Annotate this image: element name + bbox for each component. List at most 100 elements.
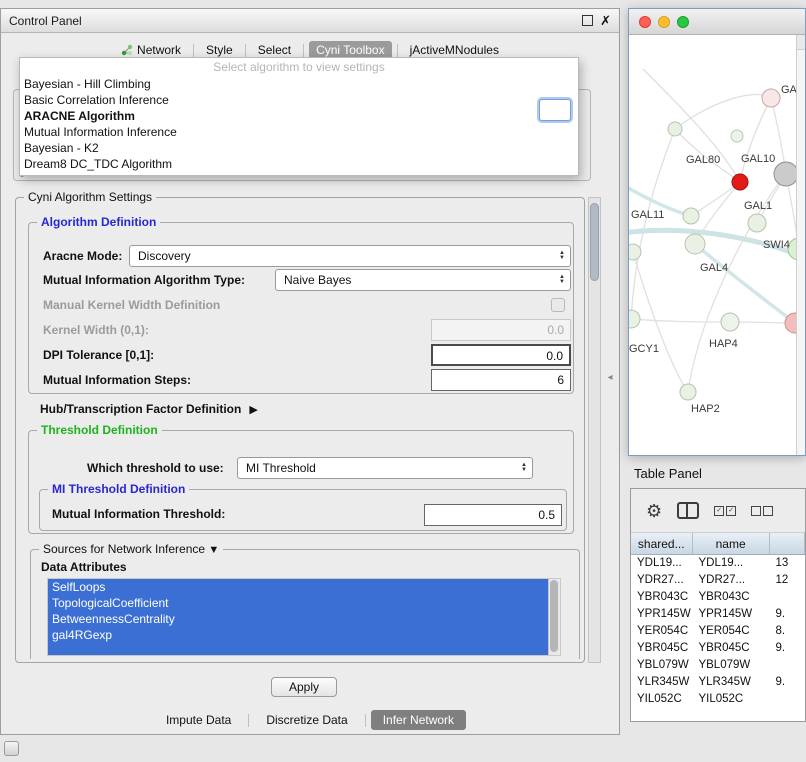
minimize-traffic-light[interactable]	[658, 16, 670, 28]
settings-scrollbar[interactable]	[588, 197, 601, 663]
combo-arrows-icon: ▲▼	[559, 251, 565, 261]
column-header-3[interactable]	[770, 533, 805, 554]
bottom-tab-impute-data[interactable]: Impute Data	[154, 710, 243, 730]
network-node[interactable]	[680, 384, 696, 400]
control-panel-titlebar[interactable]: Control Panel ✗	[1, 9, 619, 33]
scrollbar-thumb[interactable]	[590, 203, 599, 281]
manual-kernel-label: Manual Kernel Width Definition	[43, 294, 220, 316]
kernel-width-field[interactable]: 0.0	[431, 319, 571, 341]
attribute-item-betweennesscentrality[interactable]: BetweennessCentrality	[48, 611, 548, 627]
attribute-list-scrollbar[interactable]	[548, 579, 560, 655]
manual-kernel-checkbox[interactable]	[551, 298, 565, 312]
table-panel-title: Table Panel	[634, 466, 702, 481]
table-row[interactable]: YDL19...YDL19...13	[631, 555, 805, 572]
desktop: Control Panel ✗ NetworkStyleSelectCyni T…	[0, 0, 806, 762]
apply-button[interactable]: Apply	[271, 677, 337, 697]
tab-label: Cyni Toolbox	[316, 43, 384, 57]
column-header-1[interactable]: shared...	[631, 533, 693, 554]
network-node[interactable]	[732, 174, 748, 190]
select-all-icon[interactable]: ✓✓	[714, 506, 736, 516]
mi-type-combo[interactable]: Naive Bayes ▲▼	[275, 269, 571, 291]
bottom-tab-infer-network[interactable]: Infer Network	[371, 710, 466, 730]
tab-label: jActiveMNodules	[410, 43, 499, 57]
network-node[interactable]	[629, 310, 640, 328]
table-row[interactable]: YIL052CYIL052C	[631, 691, 805, 708]
table-cell: YDL19...	[692, 555, 769, 572]
attribute-item-selfloops[interactable]: SelfLoops	[48, 579, 548, 595]
algorithm-option-aracne-algorithm[interactable]: ARACNE Algorithm	[20, 108, 578, 124]
tab-separator	[245, 44, 246, 57]
attribute-item-partial[interactable]	[48, 643, 548, 656]
algorithm-option-mutual-information-inference[interactable]: Mutual Information Inference	[20, 124, 578, 140]
combo-arrows-icon: ▲▼	[559, 275, 565, 285]
algorithm-option-dream8-dc-tdc-algorithm[interactable]: Dream8 DC_TDC Algorithm	[20, 156, 578, 172]
table-row[interactable]: YBR045CYBR045C9.	[631, 640, 805, 657]
panel-collapse-arrow-icon[interactable]: ◂	[604, 369, 616, 387]
close-traffic-light[interactable]	[639, 16, 651, 28]
table-cell: YBR043C	[631, 589, 692, 606]
table-row[interactable]: YER054CYER054C8.	[631, 623, 805, 640]
mi-threshold-definition-title: MI Threshold Definition	[48, 482, 189, 496]
algorithm-option-bayesian-hill-climbing[interactable]: Bayesian - Hill Climbing	[20, 76, 578, 92]
mi-threshold-definition-group: MI Threshold Definition Mutual Informati…	[39, 489, 567, 531]
network-node[interactable]	[629, 244, 641, 260]
network-canvas[interactable]: GALGAL80GAL10GAL11GAL1SWI4GAL4GCY1HAP4YH…	[629, 35, 805, 455]
network-scrollbar[interactable]	[796, 35, 805, 455]
dpi-tolerance-field[interactable]: 0.0	[431, 344, 571, 366]
aracne-mode-combo[interactable]: Discovery ▲▼	[129, 245, 571, 267]
attribute-item-topologicalcoefficient[interactable]: TopologicalCoefficient	[48, 595, 548, 611]
column-header-2[interactable]: name	[693, 533, 770, 554]
minimized-panel-icon[interactable]	[4, 741, 19, 756]
table-header-row: shared...name	[631, 533, 805, 555]
attribute-item-gal4rgexp[interactable]: gal4RGexp	[48, 627, 548, 643]
network-node[interactable]	[668, 122, 682, 136]
network-node[interactable]	[685, 234, 705, 254]
mi-threshold-field[interactable]: 0.5	[424, 504, 562, 526]
algorithm-option-basic-correlation-inference[interactable]: Basic Correlation Inference	[20, 92, 578, 108]
algorithm-dropdown-list: Bayesian - Hill ClimbingBasic Correlatio…	[20, 76, 578, 172]
tab-label: Discretize Data	[266, 713, 347, 727]
columns-icon[interactable]	[677, 502, 699, 519]
network-node[interactable]	[774, 162, 796, 186]
table-row[interactable]: YBR043CYBR043C	[631, 589, 805, 606]
network-node[interactable]	[721, 313, 739, 331]
gear-icon[interactable]: ⚙	[646, 502, 662, 520]
table-row[interactable]: YPR145WYPR145W9.	[631, 606, 805, 623]
which-threshold-value: MI Threshold	[246, 461, 316, 475]
table-cell: YBR045C	[631, 640, 692, 657]
focused-spinner-field[interactable]	[539, 99, 571, 121]
network-node-label: GAL	[781, 84, 796, 96]
which-threshold-combo[interactable]: MI Threshold ▲▼	[237, 457, 533, 479]
tab-separator	[397, 44, 398, 57]
sources-toggle[interactable]: Sources for Network Inference ▼	[39, 542, 223, 556]
float-window-icon[interactable]	[582, 15, 593, 26]
mi-steps-field[interactable]: 6	[431, 369, 571, 391]
hub-definition-toggle[interactable]: Hub/Transcription Factor Definition ▶	[40, 402, 258, 416]
cyni-algorithm-settings-group: Cyni Algorithm Settings Algorithm Defini…	[15, 197, 585, 663]
close-icon[interactable]: ✗	[600, 15, 611, 27]
collapse-arrow-icon: ▼	[208, 544, 219, 556]
network-node[interactable]	[748, 214, 766, 232]
table-cell: YLR345W	[631, 674, 692, 691]
bottom-tab-discretize-data[interactable]: Discretize Data	[254, 710, 359, 730]
network-node[interactable]	[731, 130, 743, 142]
table-row[interactable]: YLR345WYLR345W9.	[631, 674, 805, 691]
table-row[interactable]: YDR27...YDR27...12	[631, 572, 805, 589]
algorithm-dropdown-placeholder: Select algorithm to view settings	[20, 58, 578, 76]
network-node-label: GAL80	[686, 154, 720, 166]
table-row[interactable]: YBL079WYBL079W	[631, 657, 805, 674]
deselect-all-icon[interactable]	[751, 506, 773, 516]
network-node[interactable]	[762, 89, 780, 107]
tab-separator	[303, 44, 304, 57]
scrollbar-thumb[interactable]	[550, 580, 558, 652]
control-panel-window: Control Panel ✗ NetworkStyleSelectCyni T…	[0, 8, 620, 735]
network-node[interactable]	[683, 208, 699, 224]
network-window-titlebar[interactable]	[629, 9, 805, 35]
algorithm-option-bayesian-k2[interactable]: Bayesian - K2	[20, 140, 578, 156]
network-node-label: SWI4	[763, 239, 790, 251]
which-threshold-label: Which threshold to use:	[87, 457, 224, 479]
scrollbar-button[interactable]	[797, 35, 805, 50]
mi-steps-label: Mutual Information Steps:	[43, 369, 191, 391]
network-node-label: GCY1	[629, 343, 659, 355]
zoom-traffic-light[interactable]	[677, 16, 689, 28]
